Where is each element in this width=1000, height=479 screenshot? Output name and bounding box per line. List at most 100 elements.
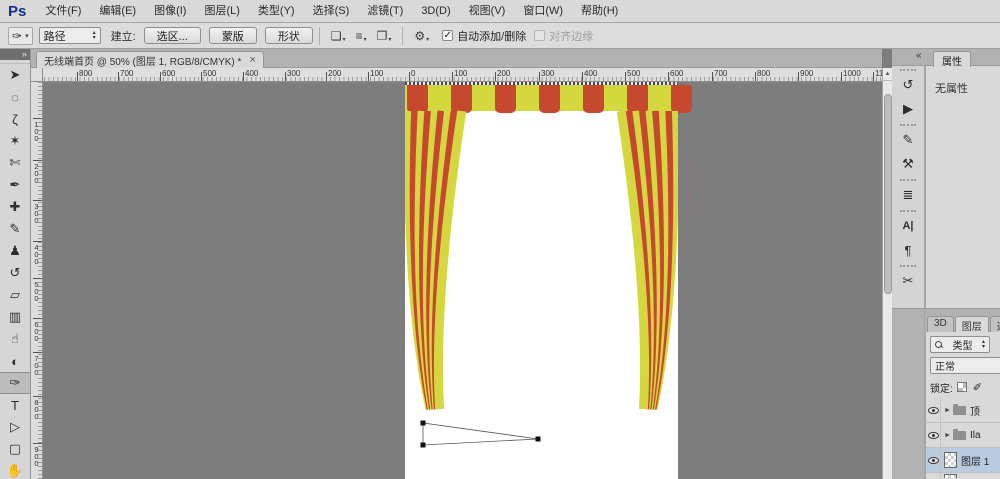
magic-wand-tool[interactable]: ✶	[0, 130, 30, 152]
document-tab[interactable]: 无线端首页 @ 50% (图层 1, RGB/8/CMYK) * ×	[36, 51, 264, 68]
tab-3D[interactable]: 3D	[927, 316, 954, 332]
menu-滤镜T[interactable]: 滤镜(T)	[358, 5, 412, 17]
gradient-tool[interactable]: ▥	[0, 306, 30, 328]
scroll-up-arrow-icon[interactable]: ▲	[883, 68, 892, 81]
layer-filter-dropdown[interactable]: 类型 ▴▾	[930, 336, 990, 353]
smudge-tool[interactable]: ☝	[0, 328, 30, 350]
panel-icon-strip: ↺ ▶ ✎⚒ ≣ A| ¶ ✂	[892, 66, 925, 309]
tab-图层[interactable]: 图层	[955, 316, 989, 332]
panel-group-grip[interactable]	[900, 124, 916, 126]
menu-视图V[interactable]: 视图(V)	[460, 5, 515, 17]
lock-pixels-brush-icon[interactable]: ✐	[973, 381, 982, 394]
shape-tool-icon: ▢	[9, 441, 21, 457]
vertical-ruler[interactable]: 100200300400500600700800900	[31, 82, 43, 479]
lock-transparency-icon[interactable]	[957, 382, 967, 392]
paragraph-panel-button[interactable]: ¶	[892, 238, 924, 262]
menu-3DD[interactable]: 3D(D)	[412, 5, 459, 17]
expand-arrow-icon[interactable]: ►	[944, 432, 951, 439]
document-canvas[interactable]	[405, 85, 678, 479]
brush-panel-button[interactable]: ✎	[892, 128, 924, 152]
path-arrangement-button[interactable]: ❐▾	[372, 29, 397, 43]
character-panel-icon: A|	[902, 220, 913, 232]
panel-group-grip[interactable]	[900, 265, 916, 267]
visibility-cell[interactable]	[926, 398, 941, 422]
eraser-tool[interactable]: ▱	[0, 284, 30, 306]
tool-presets-panel-button[interactable]: ✂	[892, 269, 924, 293]
expand-arrow-icon[interactable]: ►	[944, 407, 951, 414]
layer-row[interactable]: ►Ila	[926, 423, 1000, 448]
pen-tool[interactable]: ✑	[0, 372, 30, 394]
stamp-tool[interactable]: ♟	[0, 240, 30, 262]
layer-thumbnail[interactable]	[944, 452, 957, 468]
menu-窗口W[interactable]: 窗口(W)	[514, 5, 572, 17]
document-tab-title: 无线端首页 @ 50% (图层 1, RGB/8/CMYK) *	[44, 53, 241, 68]
anchor-point[interactable]	[421, 443, 426, 448]
eyedropper-tool[interactable]: ✒	[0, 174, 30, 196]
close-icon[interactable]: ×	[249, 54, 255, 66]
move-tool[interactable]: ➤	[0, 64, 30, 86]
pen-options-gear-button[interactable]: ⚙ ▾	[409, 29, 434, 43]
pen-mode-dropdown[interactable]: 路径 ▴▾	[39, 27, 101, 44]
vertical-scrollbar[interactable]: ▲	[882, 68, 892, 479]
panel-group-grip[interactable]	[900, 179, 916, 181]
menu-选择S[interactable]: 选择(S)	[304, 5, 359, 17]
horizontal-ruler[interactable]: 8007006005004003002001000100200300400500…	[31, 68, 882, 82]
blend-mode-dropdown[interactable]: 正常	[930, 357, 1000, 374]
layer-row[interactable]: 图层 1	[926, 448, 1000, 473]
layer-row-partial[interactable]	[926, 473, 1000, 478]
layer-row[interactable]: ►顶	[926, 398, 1000, 423]
menu-编辑E[interactable]: 编辑(E)	[90, 5, 145, 17]
layer-comps-panel-button[interactable]: ≣	[892, 183, 924, 207]
menu-图层L[interactable]: 图层(L)	[195, 5, 248, 17]
brush-tool[interactable]: ✎	[0, 218, 30, 240]
make-selection-button[interactable]: 选区...	[144, 27, 201, 44]
character-panel-button[interactable]: A|	[892, 214, 924, 238]
marquee-tool[interactable]: ◌	[0, 86, 30, 108]
anchor-point[interactable]	[536, 437, 541, 442]
eye-icon[interactable]	[928, 432, 939, 439]
menu-类型Y[interactable]: 类型(Y)	[249, 5, 304, 17]
canvas-area[interactable]	[43, 82, 882, 479]
visibility-cell[interactable]	[926, 423, 941, 447]
visibility-cell[interactable]	[926, 473, 941, 478]
menu-帮助H[interactable]: 帮助(H)	[572, 5, 627, 17]
auto-add-delete-option[interactable]: ✓ 自动添加/删除	[442, 28, 526, 44]
anchor-point[interactable]	[421, 421, 426, 426]
eye-icon[interactable]	[928, 407, 939, 414]
tools-collapse-button[interactable]: »	[0, 49, 30, 60]
menu-文件F[interactable]: 文件(F)	[36, 5, 90, 17]
tool-preset-picker[interactable]: ✑ ▾	[8, 27, 33, 45]
eye-icon[interactable]	[928, 457, 939, 464]
tab-通道[interactable]: 通道	[990, 316, 1000, 332]
dock-collapse-button[interactable]: «	[916, 50, 922, 61]
history-panel-button[interactable]: ↺	[892, 73, 924, 97]
menu-图像I[interactable]: 图像(I)	[145, 5, 195, 17]
panel-group-grip[interactable]	[900, 69, 916, 71]
make-mask-button[interactable]: 蒙版	[209, 27, 257, 44]
path-operations-button[interactable]: ❏▾	[326, 29, 351, 43]
path-alignment-button[interactable]: ≡▾	[351, 29, 372, 43]
make-shape-button[interactable]: 形状	[265, 27, 313, 44]
lasso-tool[interactable]: ζ	[0, 108, 30, 130]
panel-group-grip[interactable]	[900, 210, 916, 212]
visibility-cell[interactable]	[926, 448, 941, 472]
type-tool[interactable]: T	[0, 394, 30, 416]
scrollbar-thumb[interactable]	[884, 94, 892, 294]
ruler-label: 700	[714, 69, 727, 78]
tool-list: ➤◌ζ✶✄✒✚✎♟↺▱▥☝◐✑T▷ ▢ ✋	[0, 64, 30, 479]
layer-thumbnail[interactable]	[944, 474, 957, 478]
ruler-corner[interactable]	[31, 68, 43, 82]
hand-tool[interactable]: ✋	[0, 460, 30, 479]
checkbox-checked-icon[interactable]: ✓	[442, 30, 453, 41]
shape-tool[interactable]: ▢	[0, 438, 30, 460]
history-brush-tool[interactable]: ↺	[0, 262, 30, 284]
history-panel-icon: ↺	[903, 77, 914, 93]
healing-brush-tool[interactable]: ✚	[0, 196, 30, 218]
clone-source-panel-button[interactable]: ⚒	[892, 152, 924, 176]
dodge-tool[interactable]: ◐	[0, 350, 30, 372]
tab-properties[interactable]: 属性	[933, 51, 971, 67]
pen-path-triangle[interactable]	[405, 85, 678, 479]
path-selection-tool[interactable]: ▷	[0, 416, 30, 438]
actions-panel-button[interactable]: ▶	[892, 97, 924, 121]
slice-tool[interactable]: ✄	[0, 152, 30, 174]
